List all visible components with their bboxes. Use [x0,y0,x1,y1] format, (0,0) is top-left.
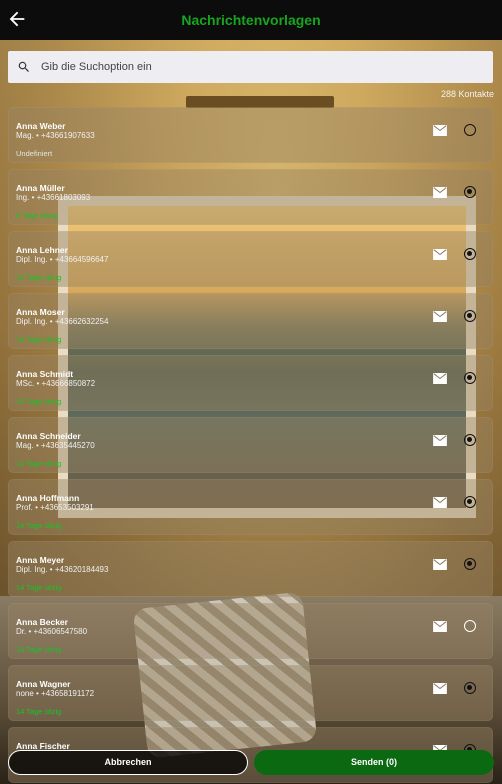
contact-details: Dipl. Ing. • +43662632254 [16,317,109,326]
contact-card[interactable]: Anna Hoffmann Prof. • +43653503291 14 Ta… [8,479,493,535]
contact-status: 13 Tage übrig [16,397,62,406]
contact-details: none • +43658191172 [16,689,95,698]
contact-card[interactable]: Anna Schmidt MSc. • +43666850872 13 Tage… [8,355,493,411]
top-bar: Nachrichtenvorlagen [0,0,502,40]
page-title: Nachrichtenvorlagen [181,12,321,28]
contact-name: Anna Schmidt [16,369,74,379]
contact-status: 13 Tage übrig [16,335,62,344]
send-button[interactable]: Senden (0) [254,750,494,775]
contact-name: Anna Schneider [16,431,81,441]
contact-status: 14 Tage übrig [16,583,62,592]
contact-card[interactable]: Anna Becker Dr. • +43606547580 14 Tage ü… [8,603,493,659]
contact-name: Anna Meyer [16,555,65,565]
search-icon [18,61,29,72]
select-radio[interactable] [464,496,476,508]
mail-icon[interactable] [433,311,447,322]
mail-icon[interactable] [433,125,447,136]
mail-icon[interactable] [433,249,447,260]
contact-details: MSc. • +43666850872 [16,379,96,388]
contact-details: Mag. • +43635445270 [16,441,95,450]
contact-name: Anna Hoffmann [16,493,80,503]
contact-card[interactable]: Anna Weber Mag. • +43661907633 Undefinie… [8,107,493,163]
select-radio[interactable] [464,124,476,136]
select-radio[interactable] [464,620,476,632]
contact-details: Mag. • +43661907633 [16,131,95,140]
contact-status: Undefiniert [16,149,53,158]
search-bar[interactable] [8,51,493,83]
contact-name: Anna Weber [16,121,66,131]
contact-status: 14 Tage übrig [16,645,62,654]
contact-status: 12 Tage übrig [16,273,62,282]
mail-icon[interactable] [433,683,447,694]
select-radio[interactable] [464,310,476,322]
contact-status: 14 Tage übrig [16,459,62,468]
select-radio[interactable] [464,248,476,260]
select-radio[interactable] [464,558,476,570]
contact-details: Prof. • +43653503291 [16,503,94,512]
mail-icon[interactable] [433,435,447,446]
contact-name: Anna Wagner [16,679,71,689]
search-input[interactable] [41,61,461,73]
mail-icon[interactable] [433,497,447,508]
contact-status: 14 Tage übrig [16,707,62,716]
contact-name: Anna Lehner [16,245,68,255]
contact-card[interactable]: Anna Schneider Mag. • +43635445270 14 Ta… [8,417,493,473]
cancel-button[interactable]: Abbrechen [8,750,248,775]
mail-icon[interactable] [433,559,447,570]
contact-card[interactable]: Anna Lehner Dipl. Ing. • +43664596647 12… [8,231,493,287]
bottom-action-bar: Abbrechen Senden (0) [0,748,502,784]
contact-name: Anna Moser [16,307,65,317]
contact-details: Ing. • +43661803093 [16,193,91,202]
contact-count: 288 Kontakte [440,89,494,99]
select-radio[interactable] [464,682,476,694]
select-radio[interactable] [464,186,476,198]
contact-status: 6 Tage übrig [16,211,58,220]
contact-card[interactable]: Anna Müller Ing. • +43661803093 6 Tage ü… [8,169,493,225]
contact-details: Dipl. Ing. • +43664596647 [16,255,109,264]
contact-card[interactable]: Anna Wagner none • +43658191172 14 Tage … [8,665,493,721]
mail-icon[interactable] [433,373,447,384]
select-radio[interactable] [464,434,476,446]
contact-details: Dr. • +43606547580 [16,627,88,636]
contact-card[interactable]: Anna Meyer Dipl. Ing. • +43620184493 14 … [8,541,493,597]
contact-name: Anna Müller [16,183,65,193]
select-radio[interactable] [464,372,476,384]
mail-icon[interactable] [433,187,447,198]
mail-icon[interactable] [433,621,447,632]
contact-name: Anna Becker [16,617,68,627]
contact-card[interactable]: Anna Moser Dipl. Ing. • +43662632254 13 … [8,293,493,349]
arrow-left-icon[interactable] [6,8,28,30]
contact-list: Anna Weber Mag. • +43661907633 Undefinie… [8,107,493,784]
contact-status: 14 Tage übrig [16,521,62,530]
contact-details: Dipl. Ing. • +43620184493 [16,565,109,574]
